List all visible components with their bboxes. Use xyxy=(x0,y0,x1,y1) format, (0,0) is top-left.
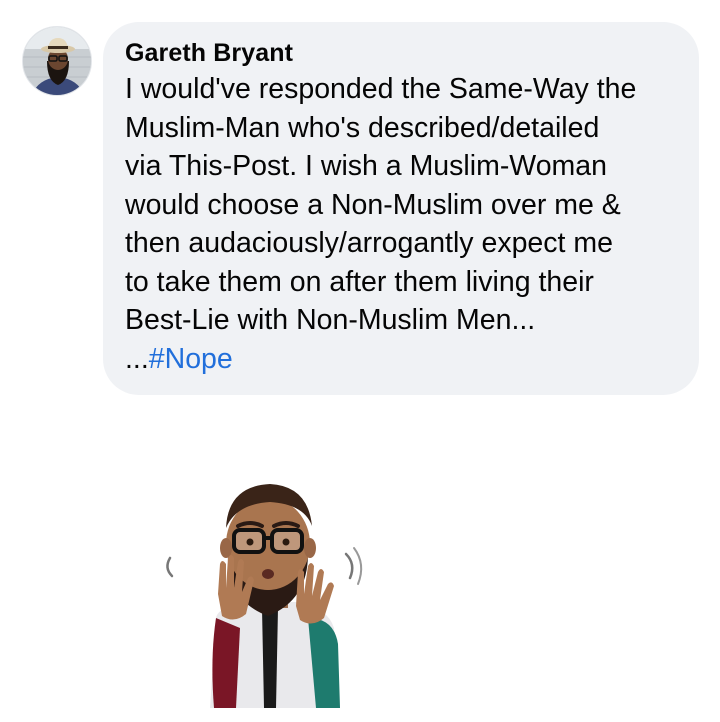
memoji-sticker-icon xyxy=(166,484,363,708)
comment-line: would choose a Non-Muslim over me & xyxy=(125,188,621,221)
comment-author-name[interactable]: Gareth Bryant xyxy=(125,36,675,70)
hashtag-link[interactable]: #Nope xyxy=(149,343,233,375)
comment-line: via This-Post. I wish a Muslim-Woman xyxy=(125,150,607,182)
author-avatar[interactable] xyxy=(22,26,92,96)
comment-line: Muslim-Man who's described/detailed xyxy=(125,111,600,144)
comment-line: Best-Lie with Non-Muslim Men... xyxy=(125,304,536,336)
comment-line: to take them on after them living their xyxy=(125,265,594,298)
comment-body: I would've responded the Same-Way the Mu… xyxy=(125,70,675,378)
memoji-sticker xyxy=(158,468,378,708)
comment-line: then audaciously/arrogantly expect me xyxy=(125,227,613,259)
comment-line: I would've responded the Same-Way the xyxy=(125,73,637,105)
hashtag-line: ...#Nope xyxy=(125,340,675,379)
avatar-photo-icon xyxy=(23,27,91,95)
comment-bubble: Gareth Bryant I would've responded the S… xyxy=(103,22,699,395)
hashtag-prefix: ... xyxy=(125,342,149,375)
